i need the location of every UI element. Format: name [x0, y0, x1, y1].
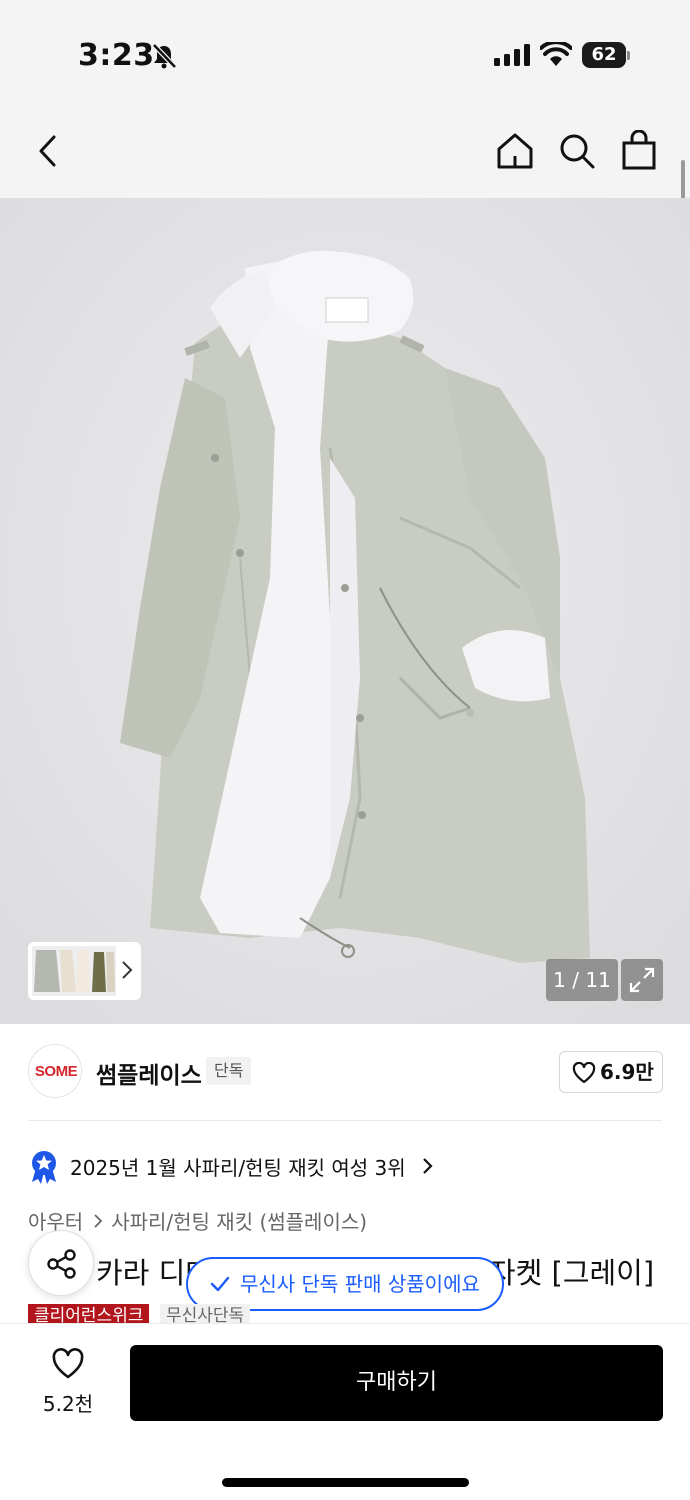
wishlist-button[interactable]: 5.2천: [30, 1346, 106, 1420]
breadcrumb: 아우터 사파리/헌팅 재킷 (썸플레이스): [28, 1206, 367, 1235]
battery-level: 62: [591, 44, 617, 65]
heart-icon: [572, 1062, 596, 1084]
status-bar: 3:23 62: [0, 0, 690, 100]
brand-logo-text: SOME: [34, 1063, 78, 1080]
signal-icon: [494, 44, 530, 66]
wifi-icon: [540, 42, 572, 66]
breadcrumb-item-subcategory[interactable]: 사파리/헌팅 재킷 (썸플레이스): [111, 1206, 367, 1235]
exclusive-toast: 무신사 단독 판매 상품이에요: [186, 1257, 504, 1311]
brand-like-button[interactable]: 6.9만: [559, 1051, 663, 1093]
ranking-text[interactable]: 2025년 1월 사파리/헌팅 재킷 여성 3위: [70, 1152, 406, 1181]
wishlist-count: 5.2천: [42, 1392, 94, 1416]
chevron-right-icon: [122, 961, 133, 979]
bell-slash-icon: [152, 43, 177, 69]
expand-icon: [629, 967, 655, 993]
home-indicator[interactable]: [222, 1478, 469, 1487]
battery-icon: 62: [582, 42, 630, 68]
brand-like-count: 6.9만: [600, 1060, 654, 1084]
gallery-counter: 1 / 11: [546, 959, 618, 1001]
exclusive-badge: 단독: [206, 1057, 252, 1085]
search-icon[interactable]: [558, 132, 596, 170]
coat-photo: [0, 198, 690, 1024]
buy-button[interactable]: 구매하기: [130, 1345, 663, 1421]
thumbnail-image: [32, 946, 116, 996]
check-icon: [210, 1276, 230, 1292]
expand-button[interactable]: [621, 959, 663, 1001]
toast-message: 무신사 단독 판매 상품이에요: [240, 1272, 480, 1296]
top-nav-bar: [0, 100, 690, 198]
chevron-right-icon: [94, 1213, 103, 1228]
color-thumbnails[interactable]: [28, 942, 141, 1000]
chevron-right-icon[interactable]: [422, 1156, 434, 1176]
brand-logo[interactable]: SOME: [28, 1044, 82, 1098]
home-icon[interactable]: [496, 132, 534, 170]
brand-name[interactable]: 썸플레이스: [96, 1056, 202, 1090]
share-icon: [47, 1249, 76, 1279]
product-image[interactable]: 1 / 11: [0, 198, 690, 1024]
shopping-bag-icon[interactable]: [622, 130, 656, 170]
heart-icon: [52, 1348, 84, 1379]
share-button[interactable]: [28, 1230, 94, 1296]
ranking-badge-icon: [32, 1151, 56, 1184]
divider: [28, 1120, 662, 1121]
back-arrow-icon[interactable]: [34, 134, 62, 168]
status-time: 3:23: [78, 38, 155, 73]
